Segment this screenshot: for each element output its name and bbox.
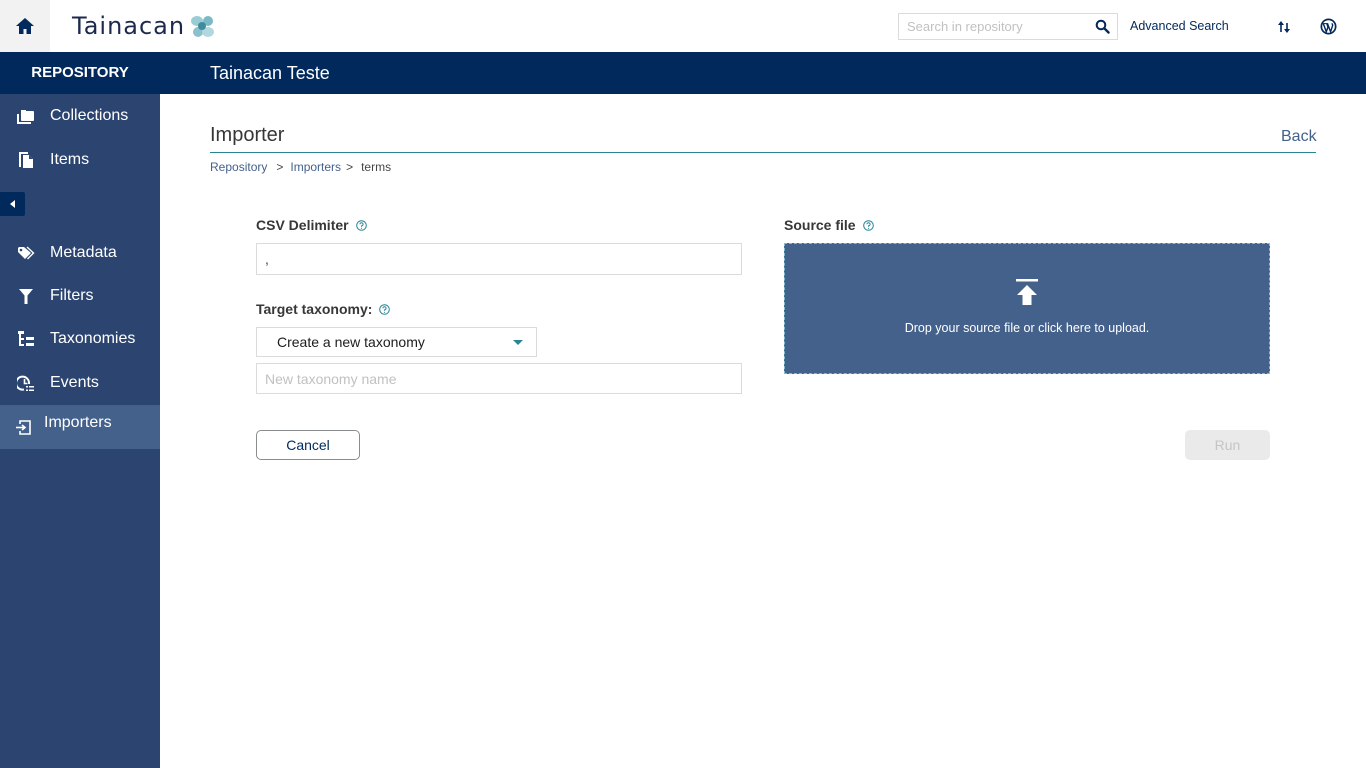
breadcrumb-separator: >: [346, 160, 354, 174]
importer-icon: [16, 419, 31, 435]
back-link[interactable]: Back: [1281, 128, 1317, 146]
target-taxonomy-select[interactable]: Create a new taxonomy: [256, 327, 537, 357]
wordpress-button[interactable]: [1320, 18, 1337, 40]
source-file-label-text: Source file: [784, 217, 856, 233]
caret-left-icon: [9, 200, 15, 208]
sidebar-item-label: Importers: [44, 414, 112, 431]
breadcrumb-importers[interactable]: Importers: [290, 160, 341, 174]
breadcrumb: Repository > Importers > terms: [210, 160, 391, 174]
logo-text: Tainacan: [72, 12, 186, 40]
csv-delimiter-input[interactable]: [256, 243, 742, 275]
help-icon: [379, 303, 391, 315]
taxonomy-icon: [17, 331, 34, 346]
collections-icon: [17, 109, 34, 124]
page-title: Importer: [210, 124, 285, 146]
title-divider: [210, 152, 1316, 153]
breadcrumb-repository[interactable]: Repository: [210, 160, 267, 174]
source-file-dropzone[interactable]: Drop your source file or click here to u…: [784, 243, 1270, 374]
source-file-label: Source file: [784, 217, 874, 233]
run-button[interactable]: Run: [1185, 430, 1270, 460]
chevron-down-icon: [513, 340, 523, 345]
sidebar-item-importers[interactable]: Importers: [0, 405, 160, 449]
logo-mark-icon: [191, 16, 215, 37]
target-taxonomy-help[interactable]: [379, 303, 391, 315]
sidebar-item-label: Taxonomies: [50, 330, 136, 347]
source-file-help[interactable]: [862, 219, 874, 231]
sidebar-item-label: Items: [50, 151, 90, 168]
sidebar-item-label: Filters: [50, 287, 94, 304]
target-taxonomy-label: Target taxonomy:: [256, 301, 391, 317]
help-icon: [355, 219, 367, 231]
repository-label[interactable]: REPOSITORY: [0, 52, 160, 94]
items-icon: [19, 152, 33, 168]
collapse-sidebar-button[interactable]: [0, 192, 25, 216]
sidebar-item-label: Metadata: [50, 244, 117, 261]
sort-button[interactable]: [1277, 19, 1291, 40]
sidebar-item-filters[interactable]: Filters: [0, 274, 160, 318]
sidebar: Collections Items Metadata Filters Taxon…: [0, 94, 160, 768]
dropzone-text: Drop your source file or click here to u…: [904, 321, 1150, 335]
sidebar-item-label: Collections: [50, 107, 129, 124]
events-icon: [17, 375, 34, 391]
advanced-search-link[interactable]: Advanced Search: [1130, 19, 1229, 33]
csv-delimiter-label: CSV Delimiter: [256, 217, 367, 233]
search-icon: [1095, 19, 1110, 34]
cancel-button[interactable]: Cancel: [256, 430, 360, 460]
sidebar-item-taxonomies[interactable]: Taxonomies: [0, 317, 160, 361]
sidebar-item-events[interactable]: Events: [0, 361, 160, 405]
target-taxonomy-label-text: Target taxonomy:: [256, 301, 373, 317]
wordpress-icon: [1320, 18, 1337, 35]
search-input[interactable]: [899, 14, 1089, 39]
site-title: Tainacan Teste: [210, 63, 330, 83]
search-box: [898, 13, 1118, 40]
filter-icon: [19, 288, 33, 304]
search-button[interactable]: [1095, 19, 1110, 39]
csv-delimiter-help[interactable]: [355, 219, 367, 231]
home-button[interactable]: [0, 0, 50, 52]
upload-icon: [1016, 279, 1038, 305]
csv-delimiter-label-text: CSV Delimiter: [256, 217, 349, 233]
tainacan-logo[interactable]: Tainacan: [72, 12, 215, 40]
target-taxonomy-selected: Create a new taxonomy: [277, 334, 425, 350]
new-taxonomy-name-input[interactable]: [256, 363, 742, 394]
sidebar-item-label: Events: [50, 374, 99, 391]
breadcrumb-separator: >: [276, 160, 284, 174]
home-icon: [16, 18, 34, 34]
sort-arrows-icon: [1278, 21, 1290, 33]
top-bar: Tainacan Advanced Search: [0, 0, 1366, 52]
sidebar-item-items[interactable]: Items: [0, 138, 160, 182]
sidebar-item-collections[interactable]: Collections: [0, 94, 160, 138]
help-icon: [862, 219, 874, 231]
breadcrumb-current: terms: [361, 160, 392, 174]
header-bar: REPOSITORY Tainacan Teste: [0, 52, 1366, 94]
sidebar-item-metadata[interactable]: Metadata: [0, 231, 160, 275]
tag-icon: [18, 246, 35, 260]
